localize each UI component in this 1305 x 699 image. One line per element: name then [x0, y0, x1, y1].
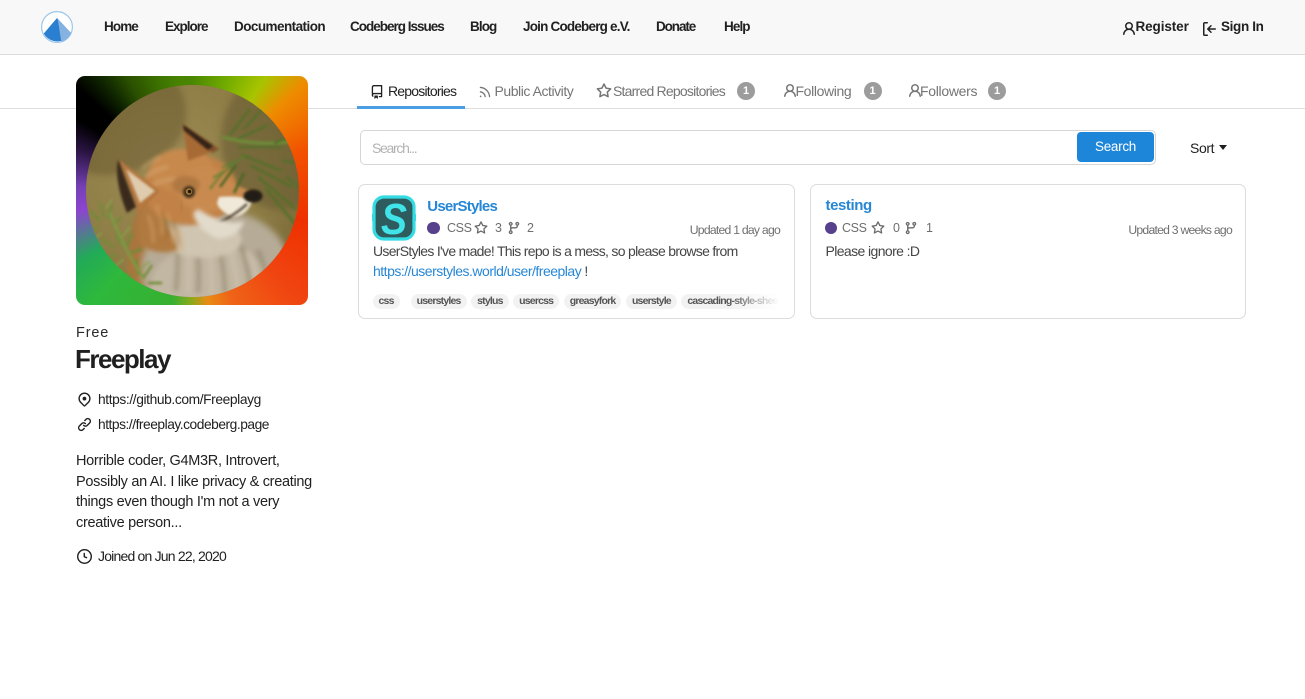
svg-text:S: S: [381, 195, 407, 242]
